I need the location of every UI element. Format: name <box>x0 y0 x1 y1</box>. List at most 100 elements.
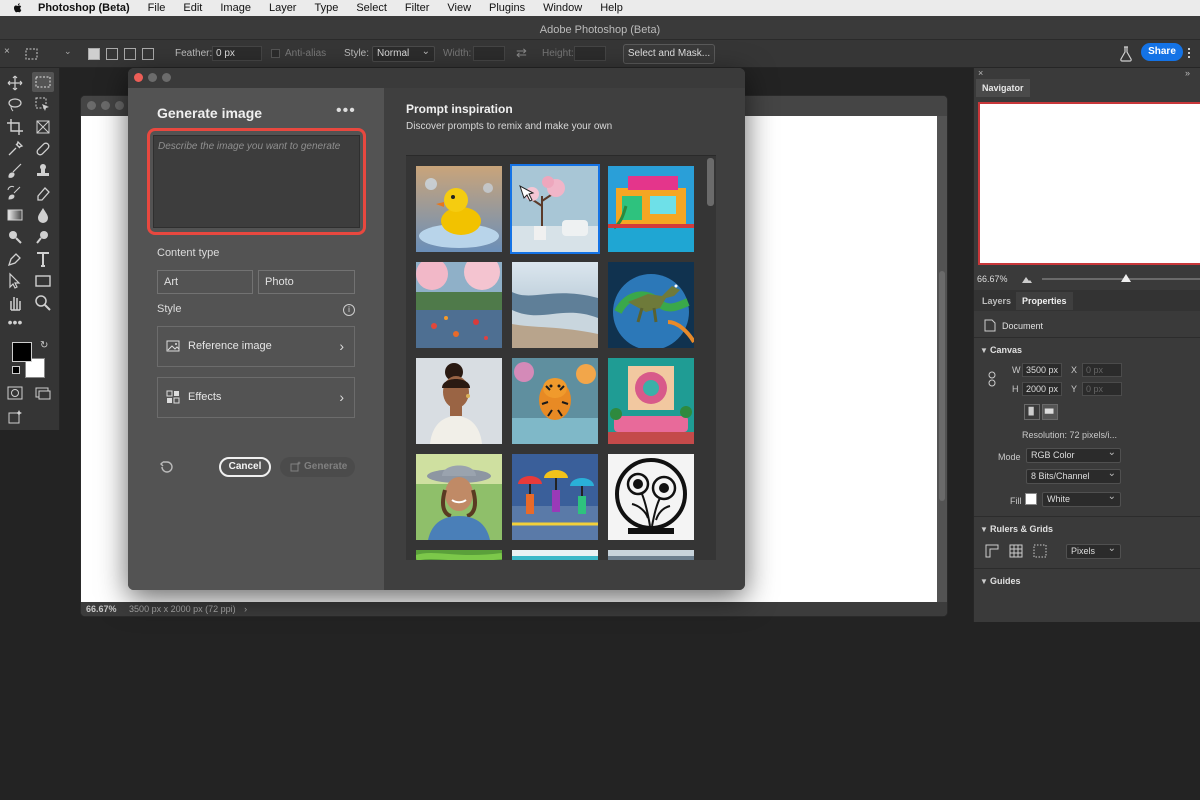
zoom-tool[interactable] <box>34 294 52 312</box>
stamp-tool[interactable] <box>34 162 52 180</box>
content-type-art-button[interactable]: Art <box>157 270 253 294</box>
units-select[interactable]: Pixels <box>1066 542 1121 559</box>
subtract-selection-icon[interactable] <box>124 48 136 60</box>
tab-layers[interactable]: Layers <box>976 292 1017 310</box>
healing-tool[interactable] <box>34 140 52 158</box>
guides-collapse-icon[interactable]: ▼ <box>980 577 988 586</box>
new-selection-icon[interactable] <box>88 48 100 60</box>
rulers-grids-label[interactable]: Rulers & Grids <box>990 524 1053 534</box>
canvas-width-input[interactable]: 3500 px <box>1022 363 1062 377</box>
mountain-small-icon[interactable] <box>1022 275 1032 283</box>
swap-icon[interactable]: ⇄ <box>516 45 527 61</box>
thumbnail-colorful-house[interactable] <box>608 166 694 252</box>
navigator-preview[interactable] <box>978 102 1200 265</box>
marquee-preset-icon[interactable] <box>24 46 40 62</box>
tab-properties[interactable]: Properties <box>1016 292 1073 310</box>
doc-close-button[interactable] <box>87 101 96 110</box>
height-input[interactable] <box>574 46 606 61</box>
feather-input[interactable]: 0 px <box>212 46 262 61</box>
intersect-selection-icon[interactable] <box>142 48 154 60</box>
menu-edit[interactable]: Edit <box>174 0 211 16</box>
canvas-x-input[interactable]: 0 px <box>1082 363 1122 377</box>
status-zoom[interactable]: 66.67% <box>86 604 117 614</box>
screen-mode-tool[interactable] <box>34 384 52 402</box>
bit-depth-select[interactable]: 8 Bits/Channel <box>1026 467 1121 484</box>
thumbnail-woman-hat[interactable] <box>416 454 502 540</box>
thumbnail-dinosaur-globe[interactable] <box>608 262 694 348</box>
pixel-grid-icon[interactable] <box>1032 543 1048 559</box>
cancel-button[interactable]: Cancel <box>219 457 271 477</box>
dialog-close-button[interactable] <box>134 73 143 82</box>
thumbnail-beach-waves[interactable] <box>512 262 598 348</box>
thumbnail-autumn-river[interactable] <box>416 262 502 348</box>
menu-help[interactable]: Help <box>591 0 632 16</box>
more-options-icon[interactable]: ••• <box>336 102 356 120</box>
marquee-tool[interactable] <box>32 72 54 92</box>
close-panel-icon[interactable]: × <box>978 68 983 78</box>
generate-button[interactable]: Generate <box>280 457 355 477</box>
portrait-orientation-button[interactable] <box>1024 404 1040 420</box>
share-button[interactable]: Share <box>1141 43 1183 61</box>
menu-filter[interactable]: Filter <box>396 0 438 16</box>
canvas-height-input[interactable]: 2000 px <box>1022 382 1062 396</box>
brush-tool[interactable] <box>6 162 24 180</box>
guides-label[interactable]: Guides <box>990 576 1021 586</box>
menu-image[interactable]: Image <box>211 0 260 16</box>
eyedropper-tool[interactable] <box>6 140 24 158</box>
preset-dropdown-icon[interactable]: ⌄ <box>64 46 72 57</box>
thumbnail-tiger-water[interactable] <box>512 358 598 444</box>
content-type-photo-button[interactable]: Photo <box>258 270 355 294</box>
burn-tool[interactable] <box>34 228 52 246</box>
move-tool[interactable] <box>6 74 24 92</box>
menu-type[interactable]: Type <box>305 0 347 16</box>
thumbnail-peony-emblem[interactable] <box>608 454 694 540</box>
more-options-icon[interactable] <box>1188 48 1192 60</box>
grid-scrollbar[interactable] <box>707 158 714 206</box>
pen-tool[interactable] <box>6 250 24 268</box>
thumbnail-woman-portrait[interactable] <box>416 358 502 444</box>
frame-tool[interactable] <box>34 118 52 136</box>
default-colors-icon[interactable] <box>12 366 20 374</box>
grid-icon[interactable] <box>1008 543 1024 559</box>
dialog-minimize-button[interactable] <box>148 73 157 82</box>
thumbnail-partial-1[interactable] <box>416 550 502 560</box>
doc-zoom-button[interactable] <box>115 101 124 110</box>
antialias-checkbox[interactable] <box>271 49 280 58</box>
fill-color-swatch[interactable] <box>1025 493 1037 505</box>
canvas-section-label[interactable]: Canvas <box>990 345 1022 355</box>
menu-layer[interactable]: Layer <box>260 0 306 16</box>
hand-tool[interactable] <box>6 294 24 312</box>
mode-select[interactable]: RGB Color <box>1026 446 1121 463</box>
object-select-tool[interactable] <box>34 96 52 114</box>
swap-colors-icon[interactable]: ↻ <box>40 340 48 351</box>
blur-tool[interactable] <box>34 206 52 224</box>
tab-navigator[interactable]: Navigator <box>976 79 1030 97</box>
reset-icon[interactable] <box>159 459 175 475</box>
dodge-tool[interactable] <box>6 228 24 246</box>
history-brush-tool[interactable] <box>6 184 24 202</box>
width-input[interactable] <box>473 46 505 61</box>
menu-select[interactable]: Select <box>347 0 396 16</box>
rectangle-tool[interactable] <box>34 272 52 290</box>
zoom-slider-handle[interactable] <box>1121 274 1131 282</box>
more-tools-icon[interactable]: ••• <box>6 315 24 334</box>
thumbnail-cherry-blossom-room[interactable] <box>510 164 600 254</box>
reference-image-button[interactable]: Reference image › <box>157 326 355 367</box>
canvas-y-input[interactable]: 0 px <box>1082 382 1122 396</box>
menu-file[interactable]: File <box>139 0 175 16</box>
thumbnail-teal-living-room[interactable] <box>608 358 694 444</box>
dialog-zoom-button[interactable] <box>162 73 171 82</box>
menu-plugins[interactable]: Plugins <box>480 0 534 16</box>
thumbnail-partial-3[interactable] <box>608 550 694 560</box>
add-selection-icon[interactable] <box>106 48 118 60</box>
status-chevron-icon[interactable]: › <box>244 604 247 614</box>
style-select[interactable]: Normal ⌄ <box>372 46 435 62</box>
thumbnail-partial-2[interactable] <box>512 550 598 560</box>
foreground-color-swatch[interactable] <box>12 342 32 362</box>
rulers-collapse-icon[interactable]: ▼ <box>980 525 988 534</box>
doc-minimize-button[interactable] <box>101 101 110 110</box>
apple-icon[interactable] <box>12 2 24 14</box>
thumbnail-rubber-duck[interactable] <box>416 166 502 252</box>
effects-button[interactable]: Effects › <box>157 377 355 418</box>
quick-mask-tool[interactable] <box>6 384 24 402</box>
